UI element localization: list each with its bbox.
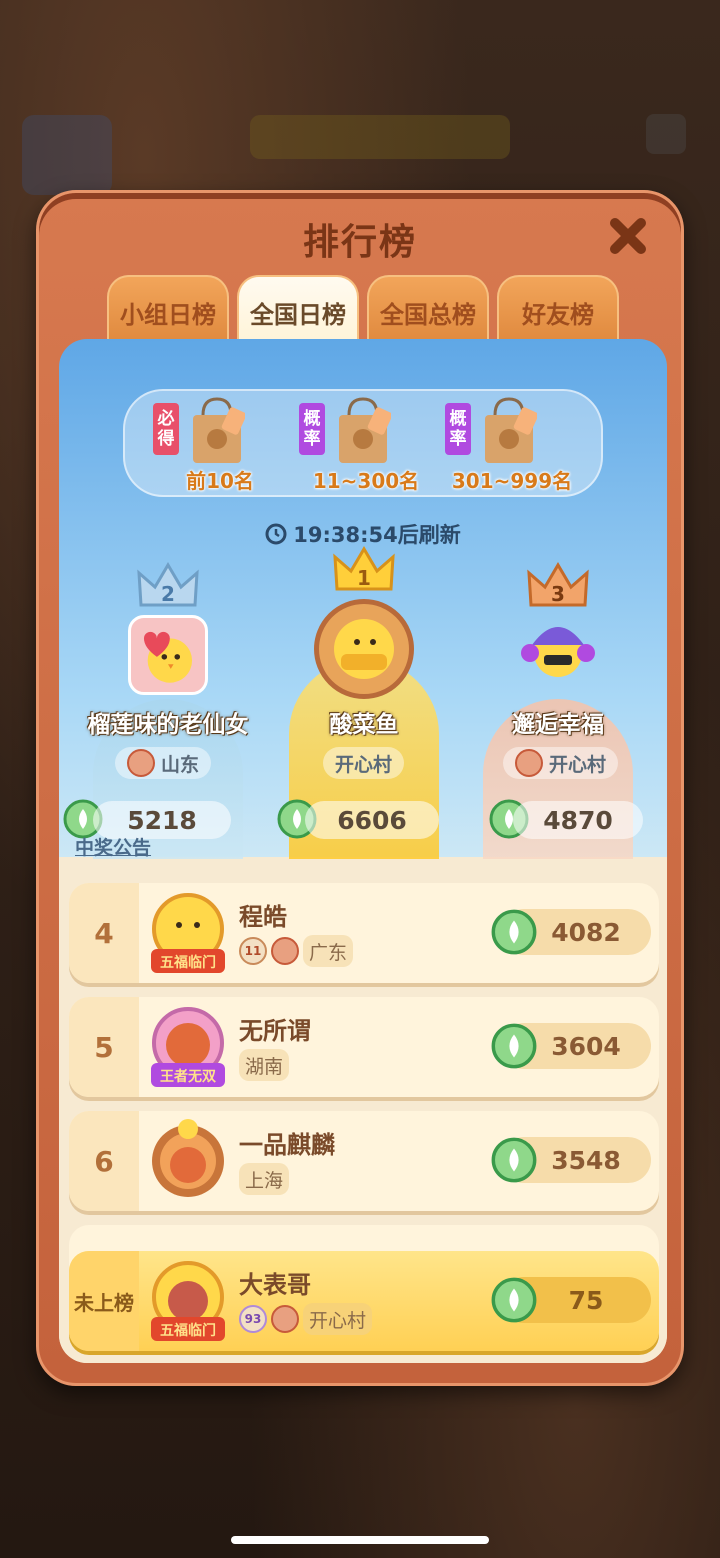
rank-number: 4: [69, 883, 139, 983]
avatar: 五福临门: [151, 1261, 225, 1341]
background-widget: [22, 115, 112, 195]
leaf-gem-icon: [491, 909, 537, 955]
region-chip: 广东: [303, 935, 354, 967]
player-score: 4870: [513, 801, 643, 839]
winner-announcement-link[interactable]: 中奖公告: [75, 833, 151, 860]
leaderboard-content: 必得 前10名 概率 11~300名 概 率 301~999名 19:38:54…: [59, 339, 667, 1363]
self-rank: 未上榜: [69, 1251, 139, 1351]
reward-range: 301~999名: [451, 469, 573, 493]
player-name: 一品麒麟: [239, 1131, 335, 1159]
crown-silver-icon: 2: [137, 562, 199, 607]
gift-bag-icon: [485, 397, 537, 463]
region-chip: 开心村: [303, 1303, 373, 1335]
tiger-badge-icon: [515, 749, 543, 777]
player-name: 邂逅幸福: [512, 712, 604, 738]
level-badge: 11: [239, 937, 267, 965]
reward-strip: 必得 前10名 概率 11~300名 概 率 301~999名: [123, 389, 603, 497]
rank-number: 6: [69, 1111, 139, 1211]
region-chip: 山东: [115, 747, 212, 779]
level-badge: 93: [239, 1305, 267, 1333]
background-close: [646, 114, 686, 154]
gift-bag-icon: [193, 397, 245, 463]
close-icon: [610, 218, 646, 254]
leaf-gem-icon: [491, 1277, 537, 1323]
player-name: 酸菜鱼: [329, 712, 399, 738]
ranking-row[interactable]: 6 一品麒麟 上海 3548: [69, 1111, 659, 1211]
avatar: 五福临门: [151, 893, 225, 973]
player-name: 程皓: [239, 903, 287, 931]
rank-number: 1: [357, 566, 371, 590]
region-chip: 上海: [239, 1163, 290, 1195]
reward-tier[interactable]: 概率 301~999名: [437, 395, 587, 495]
podium-second[interactable]: 2 榴莲味的老仙女 山东 5218: [63, 559, 263, 859]
region-chip: 湖南: [239, 1049, 290, 1081]
tab-group-daily[interactable]: 小组日榜: [107, 275, 229, 341]
frame-label: 五福临门: [160, 954, 216, 971]
rank-number: 5: [69, 997, 139, 1097]
panel-title: 排行榜: [302, 222, 417, 263]
leaf-gem-icon: [491, 1137, 537, 1183]
reward-tag: 概率: [299, 403, 325, 455]
clock-icon: [265, 523, 287, 545]
frame-label: 王者无双: [160, 1069, 216, 1085]
leaf-gem-icon: [491, 1023, 537, 1069]
tiger-badge-icon: [271, 1305, 299, 1333]
leaderboard-panel: 排行榜 小组日榜 全国日榜 全国总榜 好友榜 必得 前10名 概 率 11~30…: [36, 190, 684, 1386]
reward-range: 11~300名: [312, 469, 420, 493]
avatar: [314, 599, 414, 699]
player-name: 无所谓: [239, 1017, 311, 1045]
rank-number: 3: [551, 582, 565, 606]
player-name: 榴莲味的老仙女: [87, 712, 249, 738]
avatar: [152, 1119, 224, 1197]
reward-tier[interactable]: 概率 11~300名: [291, 395, 441, 495]
gift-bag-icon: [339, 397, 391, 463]
podium-first[interactable]: 1 酸菜鱼 开心村 6606: [269, 546, 459, 859]
region-chip: 开心村: [323, 747, 405, 779]
avatar: 王者无双: [151, 1007, 225, 1087]
reward-range: 前10名: [186, 469, 254, 493]
reward-tag: 概率: [445, 403, 471, 455]
avatar: [518, 605, 598, 685]
reward-tier[interactable]: 必得 前10名: [145, 395, 295, 495]
ranking-row[interactable]: 5 王者无双 无所谓 湖南 3604: [69, 997, 659, 1097]
background-title: [250, 115, 510, 159]
self-ranking-row[interactable]: 未上榜 五福临门 大表哥 93 开心村 75: [69, 1251, 659, 1351]
tab-friends[interactable]: 好友榜: [497, 275, 619, 341]
region-chip: 开心村: [503, 747, 619, 779]
home-indicator[interactable]: [231, 1536, 489, 1544]
frame-label: 五福临门: [160, 1322, 216, 1339]
ranking-row[interactable]: 4 五福临门 程皓 11 广东 4082: [69, 883, 659, 983]
crown-gold-icon: 1: [333, 546, 395, 591]
close-button[interactable]: [607, 215, 649, 257]
player-score: 6606: [305, 801, 439, 839]
tab-national-daily[interactable]: 全国日榜: [237, 275, 359, 343]
reward-tag: 必得: [153, 403, 179, 455]
tab-national-total[interactable]: 全国总榜: [367, 275, 489, 341]
player-name: 大表哥: [239, 1271, 311, 1299]
avatar: [128, 615, 208, 695]
tab-bar: 小组日榜 全国日榜 全国总榜 好友榜: [107, 275, 619, 343]
rank-number: 2: [161, 582, 175, 606]
tiger-badge-icon: [271, 937, 299, 965]
podium-third[interactable]: 3 邂逅幸福 开心村 4870: [463, 559, 653, 859]
tiger-badge-icon: [127, 749, 155, 777]
